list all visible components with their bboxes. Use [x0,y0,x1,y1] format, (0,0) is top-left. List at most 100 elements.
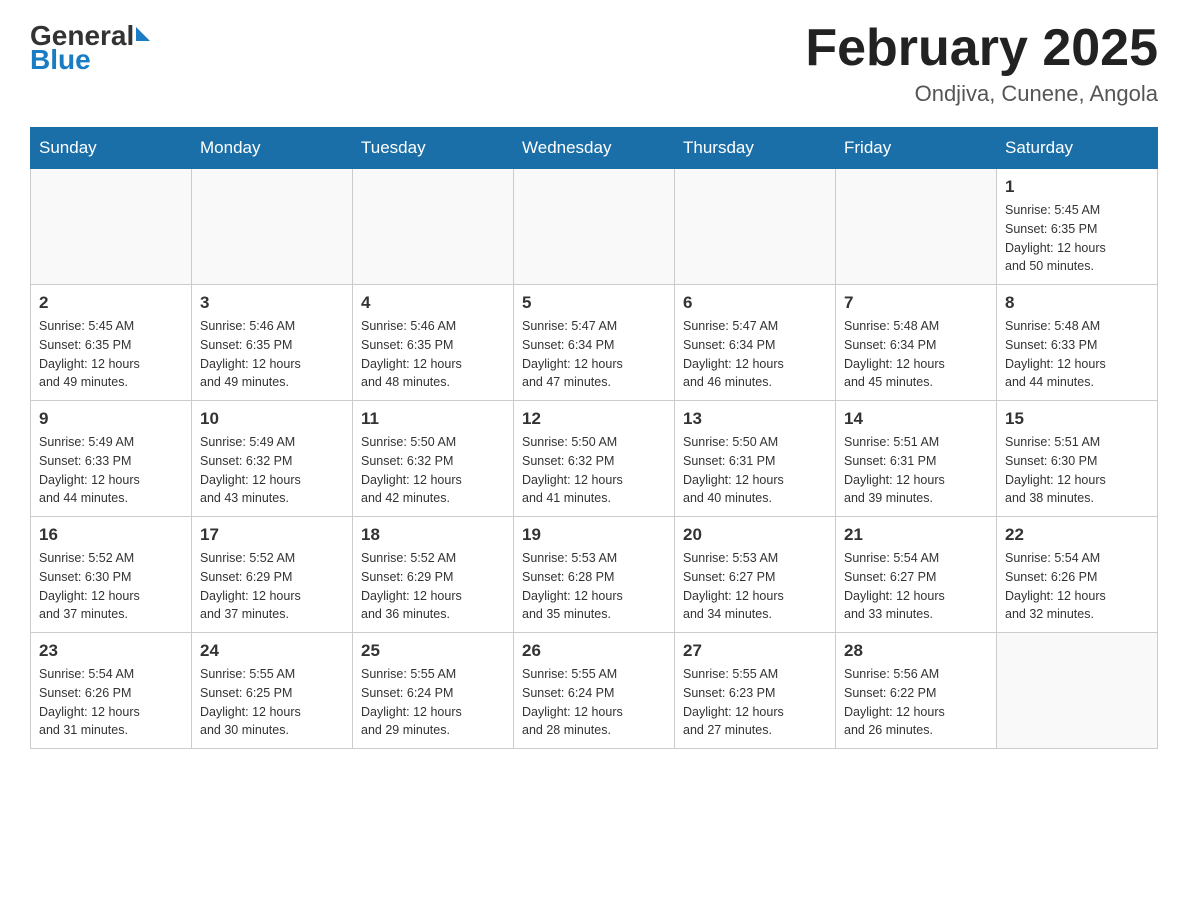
day-number: 5 [522,293,666,313]
week-row-2: 2 Sunrise: 5:45 AM Sunset: 6:35 PM Daylig… [31,285,1158,401]
calendar-title: February 2025 [805,20,1158,77]
day-number: 14 [844,409,988,429]
column-header-saturday: Saturday [997,128,1158,169]
day-info: Sunrise: 5:45 AM Sunset: 6:35 PM Dayligh… [1005,201,1149,276]
day-info: Sunrise: 5:49 AM Sunset: 6:32 PM Dayligh… [200,433,344,508]
day-info: Sunrise: 5:50 AM Sunset: 6:32 PM Dayligh… [361,433,505,508]
column-header-monday: Monday [192,128,353,169]
calendar-cell: 15 Sunrise: 5:51 AM Sunset: 6:30 PM Dayli… [997,401,1158,517]
day-info: Sunrise: 5:46 AM Sunset: 6:35 PM Dayligh… [200,317,344,392]
calendar-cell [997,633,1158,749]
day-info: Sunrise: 5:55 AM Sunset: 6:23 PM Dayligh… [683,665,827,740]
calendar-table: SundayMondayTuesdayWednesdayThursdayFrid… [30,127,1158,749]
day-info: Sunrise: 5:48 AM Sunset: 6:33 PM Dayligh… [1005,317,1149,392]
day-number: 7 [844,293,988,313]
day-number: 15 [1005,409,1149,429]
day-number: 18 [361,525,505,545]
day-number: 3 [200,293,344,313]
calendar-cell: 21 Sunrise: 5:54 AM Sunset: 6:27 PM Dayli… [836,517,997,633]
logo: General Blue [30,20,150,76]
day-info: Sunrise: 5:54 AM Sunset: 6:27 PM Dayligh… [844,549,988,624]
calendar-cell: 22 Sunrise: 5:54 AM Sunset: 6:26 PM Dayli… [997,517,1158,633]
column-header-friday: Friday [836,128,997,169]
calendar-cell: 4 Sunrise: 5:46 AM Sunset: 6:35 PM Daylig… [353,285,514,401]
calendar-cell: 7 Sunrise: 5:48 AM Sunset: 6:34 PM Daylig… [836,285,997,401]
day-info: Sunrise: 5:55 AM Sunset: 6:25 PM Dayligh… [200,665,344,740]
day-number: 8 [1005,293,1149,313]
calendar-cell: 26 Sunrise: 5:55 AM Sunset: 6:24 PM Dayli… [514,633,675,749]
day-number: 17 [200,525,344,545]
day-number: 26 [522,641,666,661]
column-header-sunday: Sunday [31,128,192,169]
day-info: Sunrise: 5:52 AM Sunset: 6:29 PM Dayligh… [361,549,505,624]
calendar-cell: 17Sunrise: 5:52 AM Sunset: 6:29 PM Dayli… [192,517,353,633]
day-number: 13 [683,409,827,429]
calendar-cell: 3 Sunrise: 5:46 AM Sunset: 6:35 PM Daylig… [192,285,353,401]
calendar-cell: 14 Sunrise: 5:51 AM Sunset: 6:31 PM Dayli… [836,401,997,517]
day-info: Sunrise: 5:45 AM Sunset: 6:35 PM Dayligh… [39,317,183,392]
day-info: Sunrise: 5:47 AM Sunset: 6:34 PM Dayligh… [683,317,827,392]
calendar-cell: 24 Sunrise: 5:55 AM Sunset: 6:25 PM Dayli… [192,633,353,749]
day-info: Sunrise: 5:54 AM Sunset: 6:26 PM Dayligh… [39,665,183,740]
day-number: 16 [39,525,183,545]
calendar-cell: 6Sunrise: 5:47 AM Sunset: 6:34 PM Daylig… [675,285,836,401]
day-number: 1 [1005,177,1149,197]
calendar-cell: 8 Sunrise: 5:48 AM Sunset: 6:33 PM Daylig… [997,285,1158,401]
calendar-cell: 20Sunrise: 5:53 AM Sunset: 6:27 PM Dayli… [675,517,836,633]
day-number: 21 [844,525,988,545]
day-info: Sunrise: 5:47 AM Sunset: 6:34 PM Dayligh… [522,317,666,392]
logo-arrow-icon [136,27,150,41]
calendar-cell: 28 Sunrise: 5:56 AM Sunset: 6:22 PM Dayli… [836,633,997,749]
calendar-subtitle: Ondjiva, Cunene, Angola [805,81,1158,107]
day-info: Sunrise: 5:51 AM Sunset: 6:31 PM Dayligh… [844,433,988,508]
calendar-cell: 27 Sunrise: 5:55 AM Sunset: 6:23 PM Dayli… [675,633,836,749]
day-info: Sunrise: 5:56 AM Sunset: 6:22 PM Dayligh… [844,665,988,740]
calendar-cell: 11 Sunrise: 5:50 AM Sunset: 6:32 PM Dayli… [353,401,514,517]
calendar-cell: 9 Sunrise: 5:49 AM Sunset: 6:33 PM Daylig… [31,401,192,517]
calendar-cell: 1 Sunrise: 5:45 AM Sunset: 6:35 PM Daylig… [997,169,1158,285]
calendar-cell [675,169,836,285]
day-number: 11 [361,409,505,429]
day-number: 28 [844,641,988,661]
day-number: 19 [522,525,666,545]
day-info: Sunrise: 5:53 AM Sunset: 6:28 PM Dayligh… [522,549,666,624]
title-block: February 2025 Ondjiva, Cunene, Angola [805,20,1158,107]
calendar-cell: 5 Sunrise: 5:47 AM Sunset: 6:34 PM Daylig… [514,285,675,401]
column-header-tuesday: Tuesday [353,128,514,169]
day-number: 25 [361,641,505,661]
calendar-cell: 25 Sunrise: 5:55 AM Sunset: 6:24 PM Dayli… [353,633,514,749]
day-number: 2 [39,293,183,313]
day-number: 27 [683,641,827,661]
day-number: 20 [683,525,827,545]
calendar-cell: 13 Sunrise: 5:50 AM Sunset: 6:31 PM Dayli… [675,401,836,517]
day-info: Sunrise: 5:51 AM Sunset: 6:30 PM Dayligh… [1005,433,1149,508]
day-info: Sunrise: 5:50 AM Sunset: 6:31 PM Dayligh… [683,433,827,508]
calendar-cell: 10 Sunrise: 5:49 AM Sunset: 6:32 PM Dayli… [192,401,353,517]
calendar-cell [353,169,514,285]
page-header: General Blue February 2025 Ondjiva, Cune… [30,20,1158,107]
day-number: 10 [200,409,344,429]
day-number: 4 [361,293,505,313]
calendar-cell: 19 Sunrise: 5:53 AM Sunset: 6:28 PM Dayli… [514,517,675,633]
day-info: Sunrise: 5:55 AM Sunset: 6:24 PM Dayligh… [522,665,666,740]
day-info: Sunrise: 5:48 AM Sunset: 6:34 PM Dayligh… [844,317,988,392]
day-number: 22 [1005,525,1149,545]
day-info: Sunrise: 5:54 AM Sunset: 6:26 PM Dayligh… [1005,549,1149,624]
day-info: Sunrise: 5:55 AM Sunset: 6:24 PM Dayligh… [361,665,505,740]
calendar-cell: 23 Sunrise: 5:54 AM Sunset: 6:26 PM Dayli… [31,633,192,749]
week-row-3: 9 Sunrise: 5:49 AM Sunset: 6:33 PM Daylig… [31,401,1158,517]
day-number: 12 [522,409,666,429]
calendar-cell [31,169,192,285]
calendar-cell [836,169,997,285]
day-number: 9 [39,409,183,429]
calendar-cell [514,169,675,285]
calendar-cell: 2 Sunrise: 5:45 AM Sunset: 6:35 PM Daylig… [31,285,192,401]
day-info: Sunrise: 5:49 AM Sunset: 6:33 PM Dayligh… [39,433,183,508]
day-info: Sunrise: 5:46 AM Sunset: 6:35 PM Dayligh… [361,317,505,392]
day-info: Sunrise: 5:50 AM Sunset: 6:32 PM Dayligh… [522,433,666,508]
calendar-cell: 12 Sunrise: 5:50 AM Sunset: 6:32 PM Dayli… [514,401,675,517]
day-number: 24 [200,641,344,661]
week-row-5: 23 Sunrise: 5:54 AM Sunset: 6:26 PM Dayli… [31,633,1158,749]
day-number: 23 [39,641,183,661]
logo-blue-text: Blue [30,44,150,76]
